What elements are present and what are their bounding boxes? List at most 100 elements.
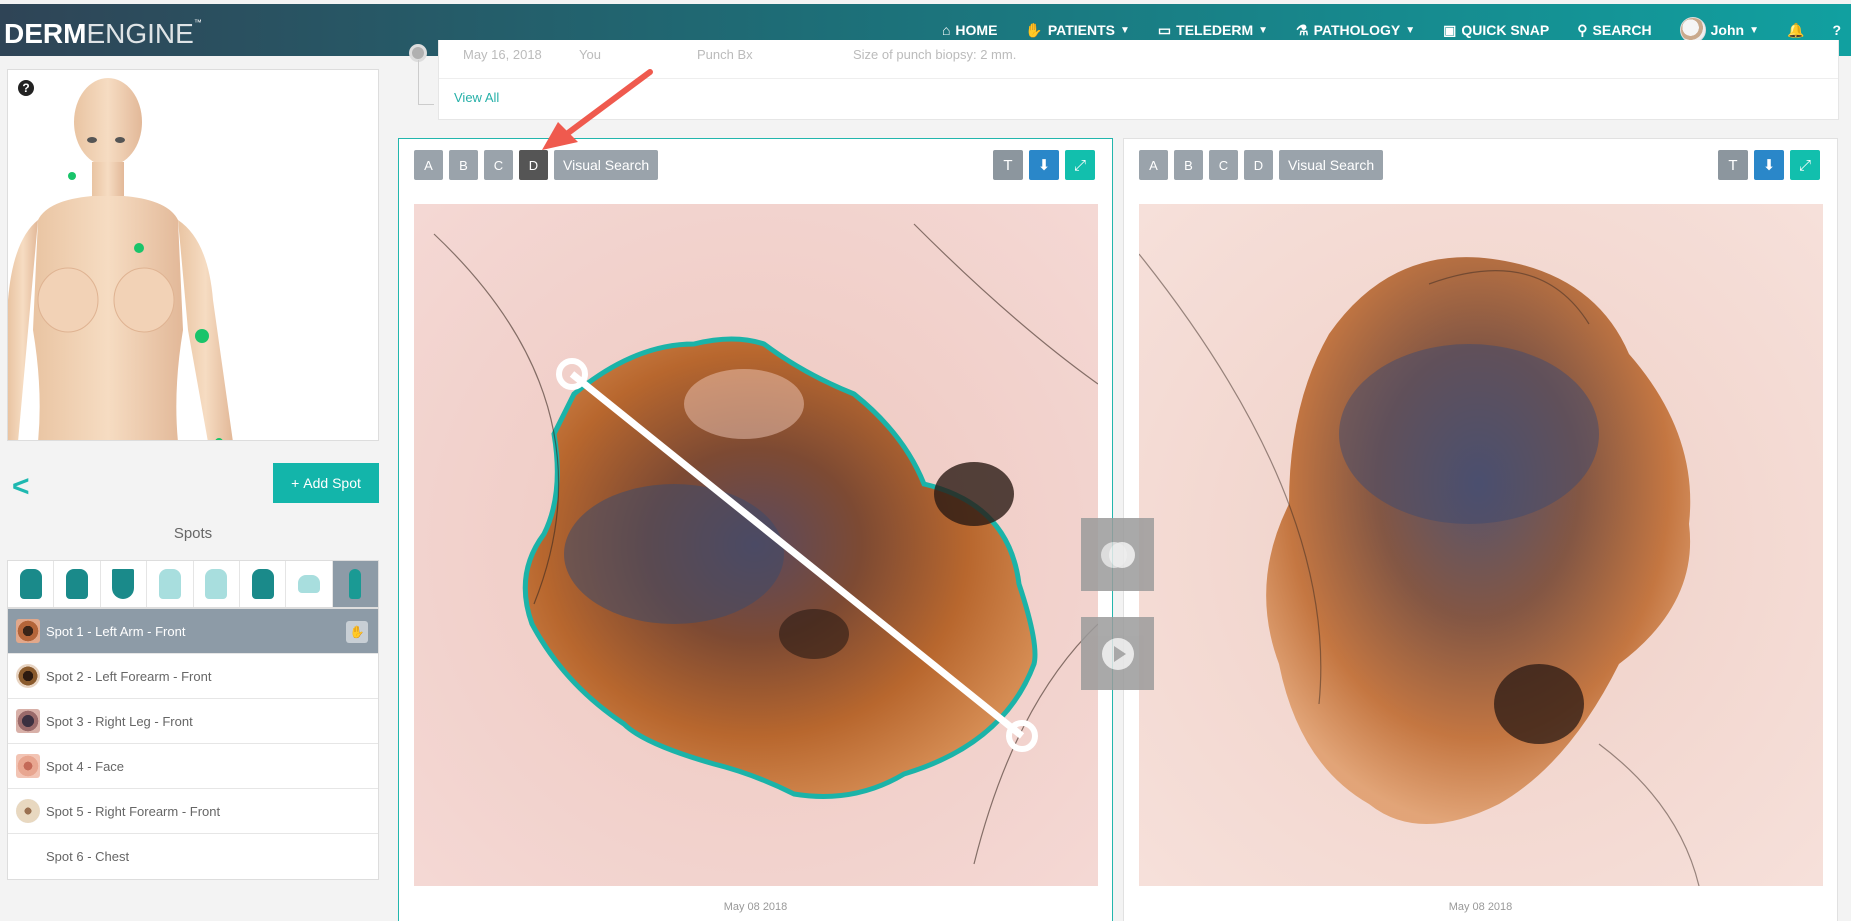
- dermoscopy-image[interactable]: [414, 204, 1098, 886]
- play-button[interactable]: [1081, 617, 1154, 690]
- app-logo[interactable]: DERMENGINE™: [4, 18, 202, 50]
- diameter-button[interactable]: D: [1244, 150, 1273, 180]
- nav-quick-snap-label: QUICK SNAP: [1461, 22, 1550, 38]
- nav-search[interactable]: ⚲ SEARCH: [1577, 22, 1651, 39]
- nav-search-label: SEARCH: [1592, 22, 1652, 38]
- bell-icon: 🔔: [1787, 21, 1805, 38]
- tab-hands[interactable]: [194, 561, 240, 607]
- spot-thumbnail: [16, 799, 40, 823]
- asymmetry-button[interactable]: A: [1139, 150, 1168, 180]
- nav-home[interactable]: ⌂ HOME: [942, 22, 997, 38]
- tab-torso[interactable]: [54, 561, 101, 607]
- foot-icon: [297, 575, 320, 593]
- spot-marker[interactable]: [134, 243, 144, 253]
- spot-label: Spot 3 - Right Leg - Front: [46, 713, 193, 729]
- full-body-icon: [349, 569, 362, 599]
- spot-label: Spot 1 - Left Arm - Front: [46, 623, 186, 639]
- tab-upper-legs[interactable]: [147, 561, 194, 607]
- visual-search-button[interactable]: Visual Search: [1279, 150, 1384, 180]
- timeline-user: You: [579, 47, 601, 62]
- asymmetry-button[interactable]: A: [414, 150, 443, 180]
- pathology-icon: ⚗: [1296, 21, 1309, 38]
- download-icon[interactable]: ⬇: [1029, 150, 1059, 180]
- help-icon: ?: [1832, 22, 1841, 38]
- compare-button[interactable]: [1081, 518, 1154, 591]
- nav-quick-snap[interactable]: ▣ QUICK SNAP: [1443, 22, 1549, 39]
- plus-icon: +: [291, 475, 300, 491]
- timeline-date: May 16, 2018: [463, 47, 542, 62]
- spot-thumbnail: [16, 845, 40, 869]
- spot-thumbnail: [16, 754, 40, 778]
- compare-icon: [1100, 541, 1135, 568]
- color-button[interactable]: C: [484, 150, 513, 180]
- expand-icon[interactable]: ⤢: [1790, 150, 1820, 180]
- list-item[interactable]: Spot 4 - Face: [8, 744, 378, 789]
- back-button[interactable]: <: [12, 470, 30, 504]
- dermoscopy-image[interactable]: [1139, 204, 1823, 886]
- list-item[interactable]: Spot 3 - Right Leg - Front: [8, 699, 378, 744]
- nav-patients[interactable]: ✋ PATIENTS ▼: [1025, 22, 1130, 39]
- border-button[interactable]: B: [449, 150, 478, 180]
- chevron-down-icon: ▼: [1258, 24, 1269, 36]
- tab-legs[interactable]: [240, 561, 287, 607]
- help-button[interactable]: ?: [1832, 22, 1841, 38]
- nav-telederm[interactable]: ▭ TELEDERM ▼: [1158, 22, 1268, 39]
- quick-snap-icon: ▣: [1443, 21, 1457, 38]
- notifications-button[interactable]: 🔔: [1787, 22, 1804, 39]
- body-map[interactable]: ?: [7, 69, 379, 441]
- timeline-note: Size of punch biopsy: 2 mm.: [853, 47, 1017, 62]
- expand-icon[interactable]: ⤢: [1065, 150, 1095, 180]
- spot-label: Spot 6 - Chest: [46, 849, 130, 864]
- tab-full-body[interactable]: [332, 561, 378, 607]
- list-item[interactable]: Spot 1 - Left Arm - Front ✋: [8, 609, 378, 654]
- list-item[interactable]: Spot 6 - Chest: [8, 834, 378, 879]
- body-region-tabs: [7, 560, 379, 608]
- upper-legs-icon: [158, 569, 181, 599]
- logo-light: ENGINE: [86, 18, 194, 49]
- list-item[interactable]: Spot 2 - Left Forearm - Front: [8, 654, 378, 699]
- tab-head[interactable]: [8, 561, 55, 607]
- spot-list: Spot 1 - Left Arm - Front ✋ Spot 2 - Lef…: [7, 608, 379, 880]
- view-all-link[interactable]: View All: [454, 90, 499, 105]
- tab-feet[interactable]: [286, 561, 333, 607]
- torso-icon: [66, 569, 89, 599]
- add-spot-button[interactable]: + Add Spot: [273, 463, 379, 503]
- image-panel-left: A B C D Visual Search T ⬇ ⤢ May 08 2018: [398, 138, 1113, 921]
- camera-icon[interactable]: ✋: [346, 621, 368, 643]
- abcd-toolbar: A B C D Visual Search: [1139, 150, 1384, 180]
- add-spot-label: Add Spot: [303, 475, 361, 491]
- nav-pathology-label: PATHOLOGY: [1313, 22, 1401, 38]
- spot-label: Spot 5 - Right Forearm - Front: [46, 803, 221, 819]
- hand-icon: [205, 569, 228, 599]
- help-icon[interactable]: ?: [18, 80, 34, 96]
- nav-pathology[interactable]: ⚗ PATHOLOGY ▼: [1296, 22, 1415, 39]
- nav-patients-label: PATIENTS: [1047, 22, 1115, 38]
- logo-bold: DERM: [4, 18, 87, 49]
- spots-heading: Spots: [173, 525, 213, 542]
- spot-thumbnail: [16, 709, 40, 733]
- download-icon[interactable]: ⬇: [1754, 150, 1784, 180]
- nav-user-label: John: [1710, 22, 1745, 38]
- ruler-icon[interactable]: T: [993, 150, 1023, 180]
- tab-pelvis[interactable]: [101, 561, 148, 607]
- image-tools: T ⬇ ⤢: [993, 150, 1095, 180]
- chevron-down-icon: ▼: [1405, 24, 1416, 36]
- nav-telederm-label: TELEDERM: [1176, 22, 1254, 38]
- ruler-icon[interactable]: T: [1718, 150, 1748, 180]
- spot-label: Spot 2 - Left Forearm - Front: [46, 668, 212, 684]
- patients-icon: ✋: [1025, 21, 1043, 38]
- spot-marker[interactable]: [68, 172, 76, 180]
- list-item[interactable]: Spot 5 - Right Forearm - Front: [8, 789, 378, 834]
- image-panel-right: A B C D Visual Search T ⬇ ⤢ May 08 2018: [1123, 138, 1838, 921]
- color-button[interactable]: C: [1209, 150, 1238, 180]
- home-icon: ⌂: [941, 22, 951, 38]
- border-button[interactable]: B: [1174, 150, 1203, 180]
- head-icon: [19, 569, 42, 599]
- nav-home-label: HOME: [955, 22, 998, 38]
- legs-icon: [251, 569, 274, 599]
- play-icon: [1101, 637, 1134, 670]
- spot-marker[interactable]: [195, 329, 209, 343]
- chevron-down-icon: ▼: [1749, 24, 1759, 36]
- logo-tm: ™: [193, 18, 202, 27]
- timeline-connector: [418, 104, 434, 105]
